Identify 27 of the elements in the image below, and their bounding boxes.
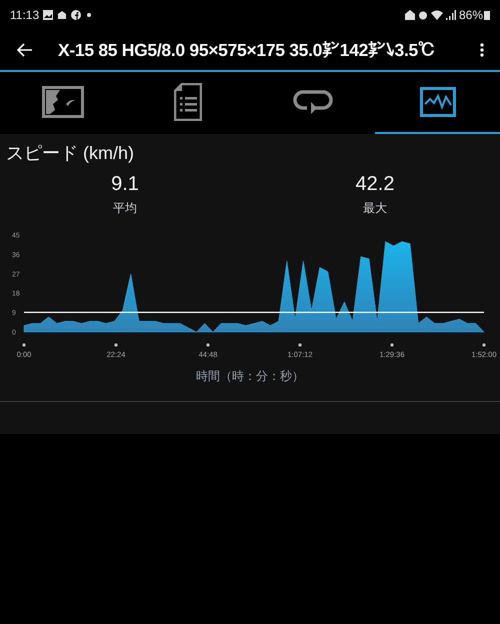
stat-label: 平均 xyxy=(113,200,137,217)
signal-icon xyxy=(446,10,456,20)
map-icon xyxy=(42,86,84,118)
image-icon xyxy=(43,10,54,20)
loop-icon xyxy=(292,88,332,116)
document-icon xyxy=(174,83,202,121)
app-bar-title: X-15 85 HG5/8.0 95×575×175 35.0㌢142㌢↘3.5℃ xyxy=(58,38,436,62)
facebook-icon xyxy=(71,10,82,20)
x-tick-mark xyxy=(482,343,486,347)
stat-label: 最大 xyxy=(363,200,387,217)
x-tick-mark xyxy=(298,343,302,347)
section-title: スピード (km/h) xyxy=(5,142,135,165)
stat-value: 42.2 xyxy=(356,172,394,197)
more-options-icon xyxy=(480,43,484,57)
x-axis-label: 時間（時：分：秒） xyxy=(195,368,305,385)
x-tick-mark xyxy=(390,343,394,347)
status-time: 11:13 xyxy=(10,7,40,24)
battery-percent: 86% xyxy=(458,7,483,24)
x-tick-mark xyxy=(206,343,210,347)
x-tick-mark xyxy=(22,343,26,347)
activity-graph-icon xyxy=(420,87,456,117)
x-tick-mark xyxy=(114,343,118,347)
dot-icon xyxy=(87,13,92,17)
back-arrow-icon xyxy=(17,43,33,57)
wifi-icon xyxy=(430,10,443,20)
stat-value: 9.1 xyxy=(111,172,139,197)
battery-icon xyxy=(484,10,490,20)
